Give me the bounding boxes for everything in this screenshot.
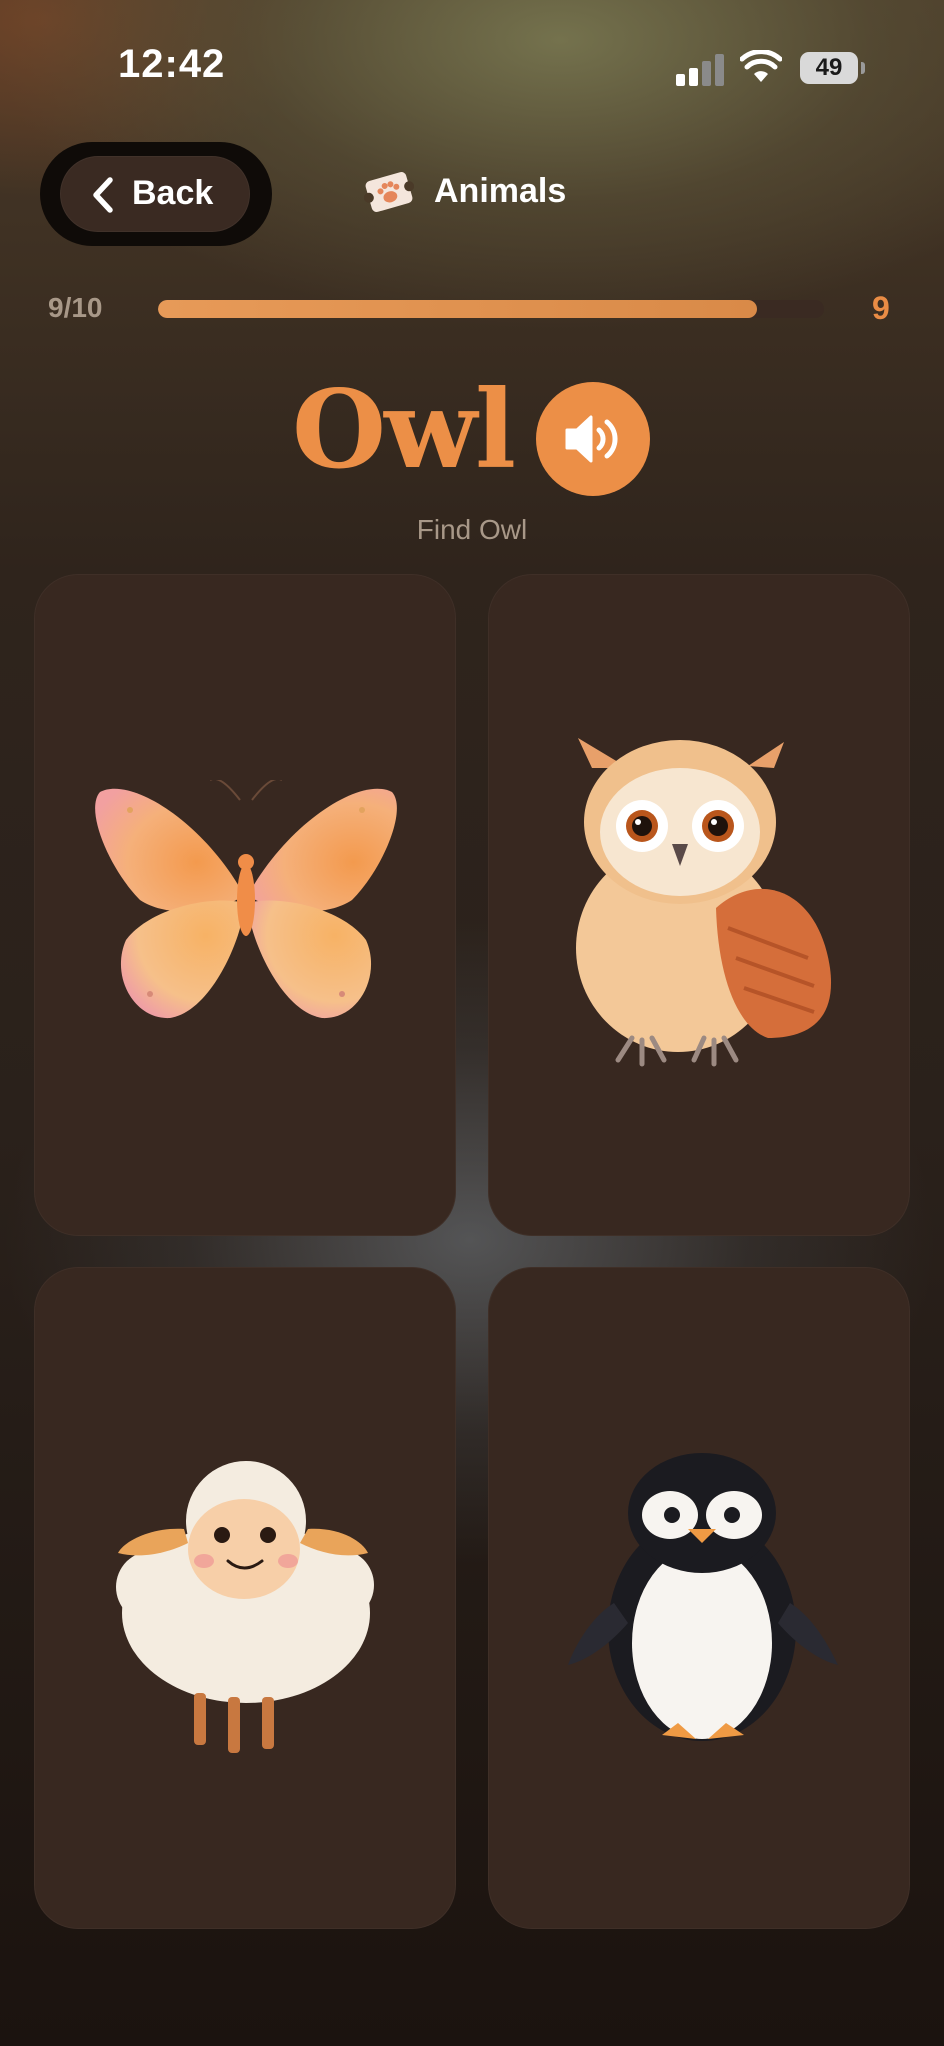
category-title: Animals xyxy=(434,172,567,210)
wifi-icon xyxy=(740,50,782,82)
sheep-illustration xyxy=(116,1461,374,1753)
butterfly-illustration xyxy=(95,780,397,1019)
progress-bar xyxy=(158,300,824,318)
answer-card-butterfly[interactable] xyxy=(34,574,456,1236)
signal-icon xyxy=(676,54,724,86)
instruction-text: Find Owl xyxy=(416,514,528,545)
battery-icon: 49 xyxy=(800,52,858,84)
status-time: 12:42 xyxy=(118,42,226,86)
chevron-left-icon xyxy=(93,177,113,213)
paw-ticket-icon xyxy=(364,172,414,212)
owl-illustration xyxy=(576,738,832,1067)
status-bar: 12:42 49 xyxy=(0,0,944,130)
answer-card-owl[interactable] xyxy=(488,574,910,1236)
answer-card-sheep[interactable] xyxy=(34,1267,456,1929)
back-button[interactable]: Back xyxy=(60,156,250,232)
target-word: Owl xyxy=(292,367,516,493)
battery-level: 49 xyxy=(815,54,843,81)
play-sound-button[interactable] xyxy=(536,382,650,496)
progress-fill xyxy=(158,300,758,318)
penguin-illustration xyxy=(568,1453,838,1741)
answer-card-penguin[interactable] xyxy=(488,1267,910,1929)
progress-label: 9/10 xyxy=(48,292,103,323)
battery-cap xyxy=(861,62,865,74)
score: 9 xyxy=(872,290,890,326)
back-button-label: Back xyxy=(132,174,214,212)
speaker-icon xyxy=(565,415,618,463)
